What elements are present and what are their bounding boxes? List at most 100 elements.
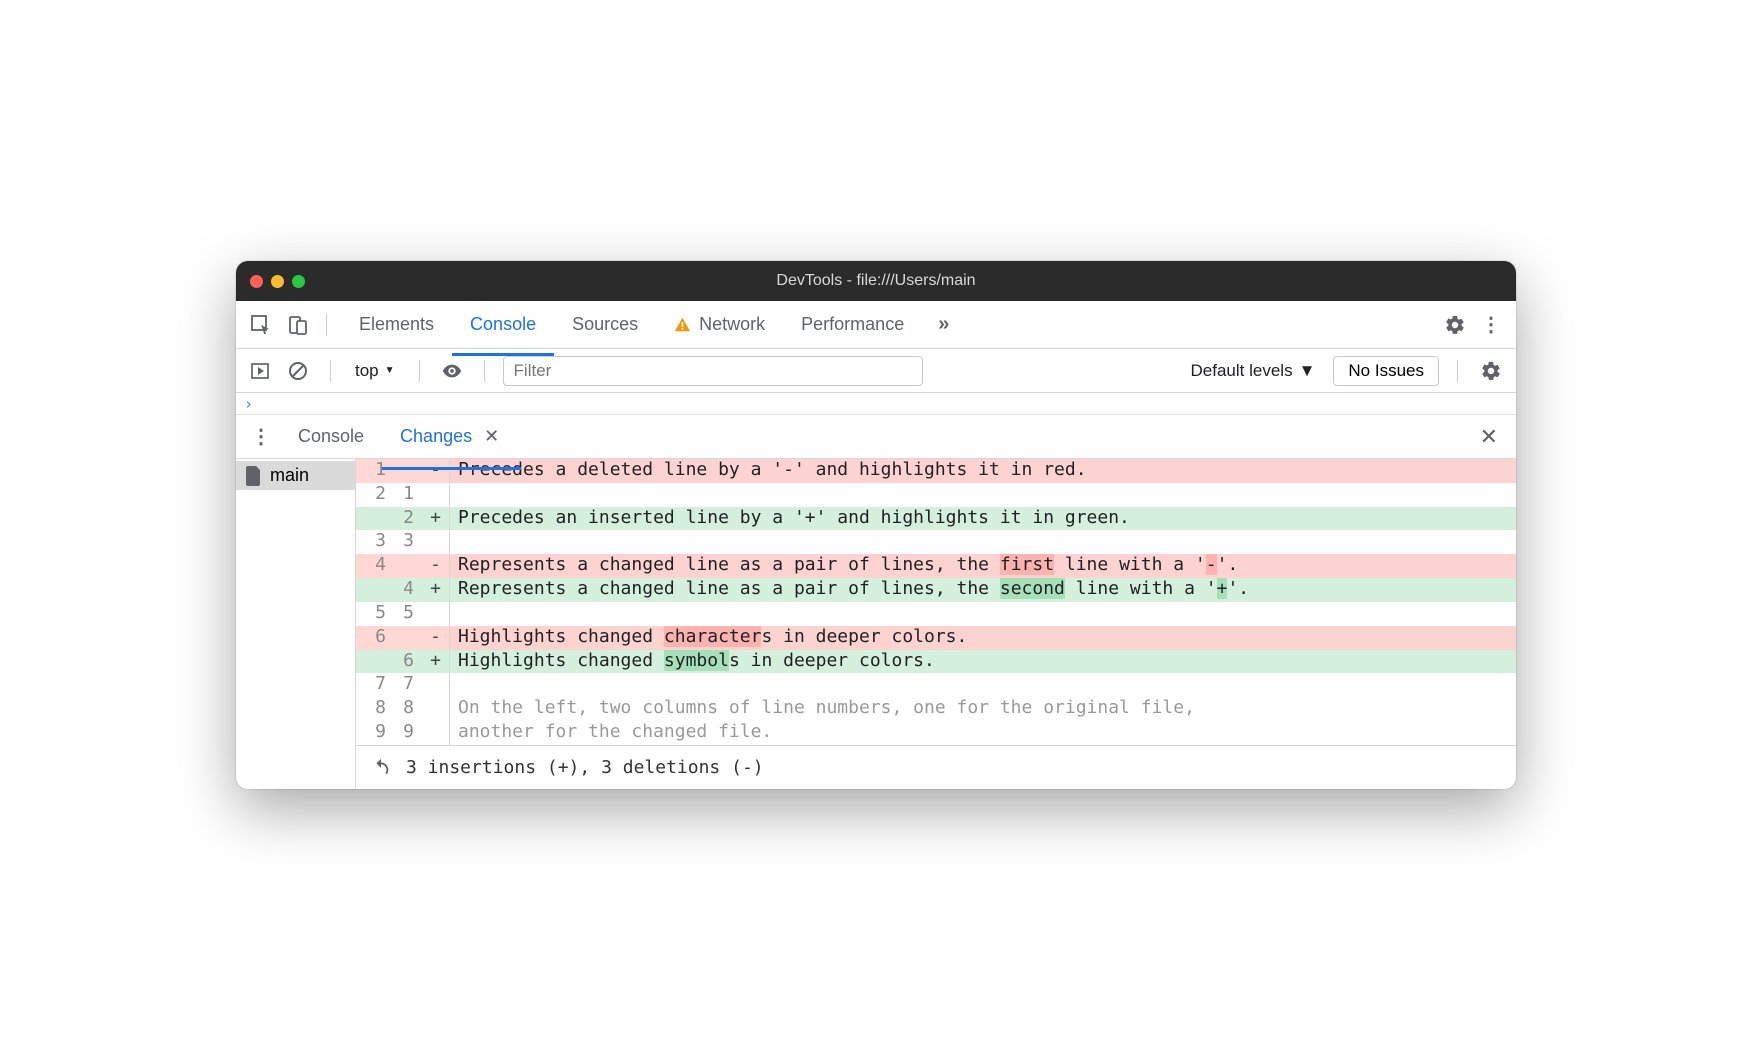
close-window-button[interactable] bbox=[250, 275, 263, 288]
diff-marker: + bbox=[422, 507, 450, 531]
diff-marker: - bbox=[422, 554, 450, 578]
line-number-original: 8 bbox=[356, 697, 392, 721]
diff-marker: - bbox=[422, 626, 450, 650]
console-divider-3 bbox=[484, 360, 485, 382]
line-number-changed bbox=[392, 626, 422, 650]
drawer-header: ⋮ Console Changes ✕ ✕ bbox=[236, 415, 1516, 459]
diff-line: 4+Represents a changed line as a pair of… bbox=[356, 578, 1516, 602]
console-settings-gear-icon[interactable] bbox=[1476, 356, 1506, 386]
diff-marker bbox=[422, 530, 450, 554]
diff-marker: - bbox=[422, 459, 450, 483]
more-tabs-button[interactable]: » bbox=[922, 313, 965, 336]
diff-code: Precedes a deleted line by a '-' and hig… bbox=[450, 459, 1516, 483]
diff-line: 6+Highlights changed symbols in deeper c… bbox=[356, 650, 1516, 674]
device-toggle-icon[interactable] bbox=[282, 310, 312, 340]
context-selector-label: top bbox=[355, 361, 379, 381]
file-tree-item-label: main bbox=[270, 465, 309, 486]
more-options-icon[interactable]: ⋮ bbox=[1476, 310, 1506, 340]
diff-code bbox=[450, 483, 1516, 507]
inspect-element-icon[interactable] bbox=[246, 310, 276, 340]
line-number-original: 5 bbox=[356, 602, 392, 626]
diff-line: 21 bbox=[356, 483, 1516, 507]
diff-line: 77 bbox=[356, 673, 1516, 697]
line-number-original: 9 bbox=[356, 721, 392, 745]
diff-code bbox=[450, 530, 1516, 554]
line-number-changed: 1 bbox=[392, 483, 422, 507]
diff-marker bbox=[422, 721, 450, 745]
line-number-changed: 6 bbox=[392, 650, 422, 674]
file-icon bbox=[246, 466, 262, 486]
diff-content[interactable]: 1-Precedes a deleted line by a '-' and h… bbox=[356, 459, 1516, 745]
tab-sources[interactable]: Sources bbox=[554, 304, 656, 345]
zoom-window-button[interactable] bbox=[292, 275, 305, 288]
line-number-original: 1 bbox=[356, 459, 392, 483]
diff-code bbox=[450, 673, 1516, 697]
issues-button[interactable]: No Issues bbox=[1333, 356, 1439, 386]
diff-code: Highlights changed characters in deeper … bbox=[450, 626, 1516, 650]
diff-line: 55 bbox=[356, 602, 1516, 626]
drawer-tab-changes[interactable]: Changes ✕ bbox=[382, 413, 521, 460]
clear-console-icon[interactable] bbox=[284, 357, 312, 385]
line-number-original bbox=[356, 578, 392, 602]
diff-line: 1 -Precedes a deleted line by a '-' and h… bbox=[356, 459, 1516, 483]
warning-icon bbox=[674, 316, 691, 333]
line-number-changed: 5 bbox=[392, 602, 422, 626]
main-toolbar: Elements Console Sources Network Perform… bbox=[236, 301, 1516, 349]
file-tree-item[interactable]: main bbox=[236, 461, 355, 490]
line-number-changed: 4 bbox=[392, 578, 422, 602]
diff-line: 88 On the left, two columns of line numbe… bbox=[356, 697, 1516, 721]
line-number-original: 6 bbox=[356, 626, 392, 650]
diff-viewer: 1-Precedes a deleted line by a '-' and h… bbox=[356, 459, 1516, 789]
window-title: DevTools - file:///Users/main bbox=[776, 272, 975, 290]
live-expression-eye-icon[interactable] bbox=[438, 357, 466, 385]
console-subtoolbar: top ▼ Default levels ▼ No Issues bbox=[236, 349, 1516, 393]
diff-code: Represents a changed line as a pair of l… bbox=[450, 554, 1516, 578]
line-number-original bbox=[356, 507, 392, 531]
minimize-window-button[interactable] bbox=[271, 275, 284, 288]
diff-marker bbox=[422, 602, 450, 626]
close-drawer-icon[interactable]: ✕ bbox=[1472, 420, 1506, 454]
line-number-original: 2 bbox=[356, 483, 392, 507]
tab-elements[interactable]: Elements bbox=[341, 304, 452, 345]
file-tree: main bbox=[236, 459, 356, 789]
drawer-more-icon[interactable]: ⋮ bbox=[246, 422, 276, 452]
toolbar-divider bbox=[326, 314, 327, 336]
line-number-changed: 7 bbox=[392, 673, 422, 697]
close-tab-icon[interactable]: ✕ bbox=[480, 422, 503, 451]
tab-network[interactable]: Network bbox=[656, 304, 783, 345]
line-number-changed: 3 bbox=[392, 530, 422, 554]
diff-line: 2+Precedes an inserted line by a '+' and… bbox=[356, 507, 1516, 531]
diff-marker: + bbox=[422, 578, 450, 602]
diff-footer: 3 insertions (+), 3 deletions (-) bbox=[356, 745, 1516, 789]
console-prompt[interactable]: › bbox=[236, 393, 1516, 415]
diff-line: 33 bbox=[356, 530, 1516, 554]
toggle-console-sidebar-icon[interactable] bbox=[246, 357, 274, 385]
console-divider-2 bbox=[419, 360, 420, 382]
devtools-window: DevTools - file:///Users/main Elements C… bbox=[236, 261, 1516, 789]
drawer-tabs: Console Changes ✕ bbox=[280, 413, 521, 460]
tab-performance[interactable]: Performance bbox=[783, 304, 922, 345]
revert-icon[interactable] bbox=[370, 757, 392, 779]
log-levels-label: Default levels bbox=[1191, 361, 1293, 381]
log-levels-selector[interactable]: Default levels ▼ bbox=[1183, 361, 1324, 381]
drawer-tab-changes-label: Changes bbox=[400, 426, 472, 447]
tab-console[interactable]: Console bbox=[452, 304, 554, 345]
titlebar: DevTools - file:///Users/main bbox=[236, 261, 1516, 301]
settings-gear-icon[interactable] bbox=[1440, 310, 1470, 340]
filter-input[interactable] bbox=[503, 356, 923, 386]
diff-line: 4-Represents a changed line as a pair of… bbox=[356, 554, 1516, 578]
line-number-changed: 2 bbox=[392, 507, 422, 531]
diff-line: 99another for the changed file. bbox=[356, 721, 1516, 745]
drawer-tab-console[interactable]: Console bbox=[280, 417, 382, 456]
context-selector[interactable]: top ▼ bbox=[349, 361, 401, 381]
chevron-down-icon: ▼ bbox=[1299, 361, 1316, 381]
changes-panel: main 1-Precedes a deleted line by a '-' … bbox=[236, 459, 1516, 789]
traffic-lights bbox=[250, 275, 305, 288]
diff-marker bbox=[422, 697, 450, 721]
diff-code: On the left, two columns of line numbers… bbox=[450, 697, 1516, 721]
line-number-changed: 8 bbox=[392, 697, 422, 721]
line-number-original: 7 bbox=[356, 673, 392, 697]
diff-code: Highlights changed symbols in deeper col… bbox=[450, 650, 1516, 674]
line-number-changed: 9 bbox=[392, 721, 422, 745]
line-number-changed bbox=[392, 554, 422, 578]
